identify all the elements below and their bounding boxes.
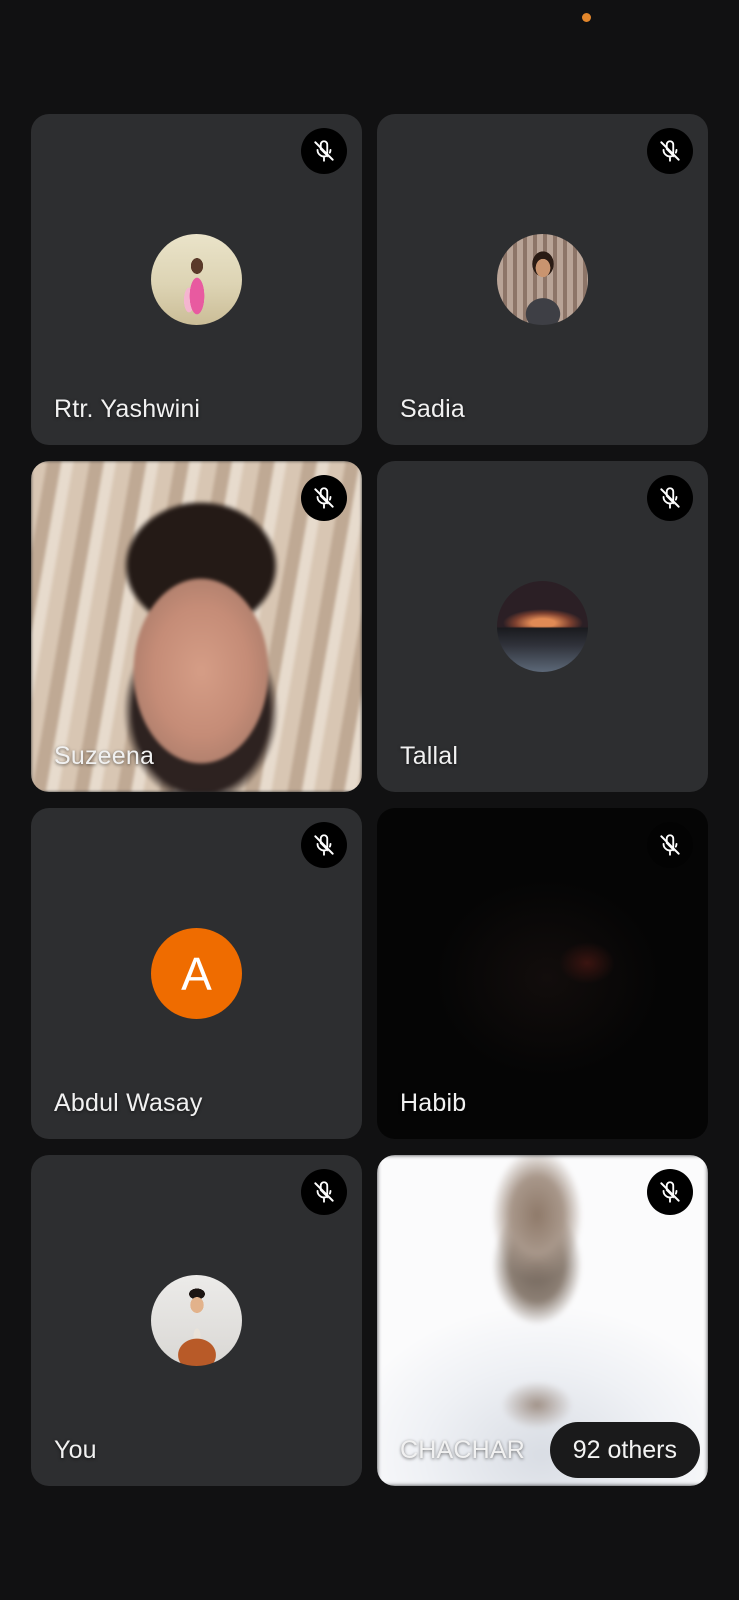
mic-off-icon[interactable]	[647, 475, 693, 521]
avatar-letter: A	[151, 928, 242, 1019]
participant-name: Suzeena	[54, 742, 155, 770]
mic-off-icon[interactable]	[301, 1169, 347, 1215]
mic-off-icon[interactable]	[647, 822, 693, 868]
participant-name: Habib	[400, 1089, 467, 1117]
avatar	[497, 234, 588, 325]
participant-tile[interactable]: Habib	[377, 808, 708, 1139]
participant-name: Tallal	[400, 742, 459, 770]
mic-off-icon-glyph	[660, 834, 680, 856]
participant-name: Sadia	[400, 395, 465, 423]
avatar	[151, 234, 242, 325]
others-count-button[interactable]: 92 others	[549, 1422, 700, 1478]
participant-tile[interactable]: You	[31, 1155, 362, 1486]
meeting-grid-screen: Rtr. Yashwini Sadia Suzeena Tallal A Abd…	[0, 0, 739, 1600]
mic-off-icon-glyph	[314, 140, 334, 162]
avatar	[497, 581, 588, 672]
mic-off-icon-glyph	[314, 1181, 334, 1203]
participant-tile[interactable]: A Abdul Wasay	[31, 808, 362, 1139]
mic-off-icon[interactable]	[301, 822, 347, 868]
participant-tile[interactable]: Tallal	[377, 461, 708, 792]
mic-off-icon[interactable]	[647, 1169, 693, 1215]
participant-tile[interactable]: CHACHAR 92 others	[377, 1155, 708, 1486]
mic-off-icon-glyph	[314, 487, 334, 509]
recording-indicator-dot	[582, 13, 591, 22]
mic-off-icon-glyph	[314, 834, 334, 856]
participant-tile[interactable]: Sadia	[377, 114, 708, 445]
participant-tile[interactable]: Rtr. Yashwini	[31, 114, 362, 445]
participant-name: Abdul Wasay	[54, 1089, 203, 1117]
mic-off-icon-glyph	[660, 140, 680, 162]
avatar	[151, 1275, 242, 1366]
mic-off-icon[interactable]	[301, 475, 347, 521]
participant-name: Rtr. Yashwini	[54, 395, 201, 423]
mic-off-icon-glyph	[660, 487, 680, 509]
mic-off-icon[interactable]	[301, 128, 347, 174]
participant-name: You	[54, 1436, 97, 1464]
participant-tile[interactable]: Suzeena	[31, 461, 362, 792]
mic-off-icon[interactable]	[647, 128, 693, 174]
participant-name: CHACHAR	[400, 1436, 526, 1464]
mic-off-icon-glyph	[660, 1181, 680, 1203]
